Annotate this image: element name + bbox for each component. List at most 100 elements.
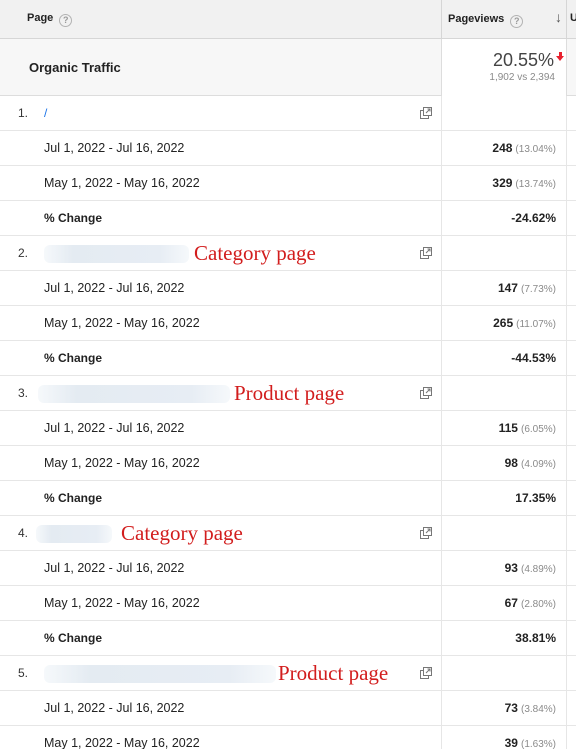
- pageviews-value: 248 (13.04%): [492, 141, 556, 155]
- annotation-label: Product page: [278, 661, 389, 685]
- pageviews-share: (4.09%): [520, 459, 556, 470]
- pageviews-share: (3.84%): [520, 704, 556, 715]
- sort-down-icon[interactable]: ↓: [555, 9, 562, 25]
- pageviews-cell: 67 (2.80%): [441, 586, 567, 621]
- page-row[interactable]: 3. Product page: [0, 376, 576, 411]
- summary-comparison: 1,902 vs 2,394: [489, 72, 555, 83]
- pageviews-share: (2.80%): [520, 599, 556, 610]
- pageviews-number: 67: [504, 596, 518, 610]
- pageviews-value: 98 (4.09%): [505, 456, 556, 470]
- date-range: Jul 1, 2022 - Jul 16, 2022: [44, 281, 185, 295]
- summary-row: Organic Traffic 20.55% 1,902 vs 2,394: [0, 39, 576, 96]
- pageviews-column-header[interactable]: Pageviews? ↓: [441, 0, 567, 39]
- row-number: 2.: [18, 246, 29, 260]
- summary-label: Organic Traffic: [29, 60, 121, 75]
- external-link-icon[interactable]: [420, 527, 432, 539]
- pageviews-share: (4.89%): [520, 564, 556, 575]
- period-row: May 1, 2022 - May 16, 2022 98 (4.09%): [0, 446, 576, 481]
- row-number: 3.: [18, 386, 29, 400]
- date-range: Jul 1, 2022 - Jul 16, 2022: [44, 141, 185, 155]
- date-range: May 1, 2022 - May 16, 2022: [44, 176, 200, 190]
- date-range: May 1, 2022 - May 16, 2022: [44, 736, 200, 749]
- annotation-label: Category page: [194, 241, 316, 265]
- pageviews-cell: -44.53%: [441, 341, 567, 376]
- date-range: May 1, 2022 - May 16, 2022: [44, 456, 200, 470]
- pageviews-share: (1.63%): [520, 739, 556, 749]
- pageviews-value: 17.35%: [515, 491, 556, 505]
- period-row: May 1, 2022 - May 16, 2022 67 (2.80%): [0, 586, 576, 621]
- change-row: % Change 17.35%: [0, 481, 576, 516]
- page-column-label: Page: [27, 12, 54, 24]
- pageviews-value: 115 (6.05%): [499, 421, 556, 435]
- pageviews-number: 39: [504, 736, 518, 749]
- pageviews-cell: 73 (3.84%): [441, 691, 567, 726]
- pageviews-cell: 329 (13.74%): [441, 166, 567, 201]
- pageviews-number: 17.35%: [515, 491, 556, 505]
- change-label: % Change: [44, 351, 103, 365]
- change-row: % Change -44.53%: [0, 341, 576, 376]
- period-row: Jul 1, 2022 - Jul 16, 2022 115 (6.05%): [0, 411, 576, 446]
- redacted-page-path: [38, 385, 230, 403]
- pageviews-value: 38.81%: [515, 631, 556, 645]
- pageviews-value: 147 (7.73%): [498, 281, 556, 295]
- pageviews-cell: 248 (13.04%): [441, 131, 567, 166]
- pageviews-number: 38.81%: [515, 631, 556, 645]
- pageviews-value: 93 (4.89%): [505, 561, 556, 575]
- change-label: % Change: [44, 631, 103, 645]
- page-path-link[interactable]: /: [44, 106, 47, 120]
- change-label: % Change: [44, 211, 103, 225]
- pageviews-cell: 115 (6.05%): [441, 411, 567, 446]
- page-column-header[interactable]: Page?: [27, 12, 73, 27]
- pageviews-cell: 265 (11.07%): [441, 306, 567, 341]
- page-row[interactable]: 4. Category page: [0, 516, 576, 551]
- pageviews-cell: -24.62%: [441, 201, 567, 236]
- pageviews-column-label: Pageviews: [448, 13, 505, 25]
- pageviews-number: 73: [504, 701, 518, 715]
- table-header: Page? Pageviews? ↓ U: [0, 0, 576, 39]
- pageviews-number: 93: [504, 561, 518, 575]
- annotation-label: Category page: [121, 521, 243, 545]
- date-range: Jul 1, 2022 - Jul 16, 2022: [44, 561, 185, 575]
- pageviews-value: 67 (2.80%): [505, 596, 556, 610]
- pageviews-value: -44.53%: [511, 351, 556, 365]
- summary-pageviews-cell: 20.55% 1,902 vs 2,394: [441, 39, 567, 96]
- pageviews-share: (7.73%): [520, 284, 556, 295]
- row-number: 4.: [18, 526, 29, 540]
- page-row[interactable]: 1. /: [0, 96, 576, 131]
- pageviews-value: 265 (11.07%): [493, 316, 556, 330]
- period-row: Jul 1, 2022 - Jul 16, 2022 147 (7.73%): [0, 271, 576, 306]
- pageviews-value: 39 (1.63%): [505, 736, 556, 749]
- trend-down-icon: [556, 52, 564, 61]
- period-row: Jul 1, 2022 - Jul 16, 2022 93 (4.89%): [0, 551, 576, 586]
- annotation-label: Product page: [234, 381, 345, 405]
- change-label: % Change: [44, 491, 103, 505]
- pageviews-cell: [441, 236, 567, 271]
- pageviews-cell: 93 (4.89%): [441, 551, 567, 586]
- external-link-icon[interactable]: [420, 107, 432, 119]
- next-column-header[interactable]: U: [570, 12, 576, 24]
- pageviews-share: (11.07%): [516, 319, 556, 330]
- pageviews-cell: [441, 656, 567, 691]
- page-row[interactable]: 5. Product page: [0, 656, 576, 691]
- external-link-icon[interactable]: [420, 667, 432, 679]
- pageviews-cell: 98 (4.09%): [441, 446, 567, 481]
- page-row[interactable]: 2. Category page: [0, 236, 576, 271]
- change-row: % Change -24.62%: [0, 201, 576, 236]
- pageviews-share: (13.04%): [515, 144, 556, 155]
- help-icon[interactable]: ?: [59, 14, 73, 27]
- period-row: Jul 1, 2022 - Jul 16, 2022 248 (13.04%): [0, 131, 576, 166]
- pageviews-number: -24.62%: [511, 211, 556, 225]
- date-range: May 1, 2022 - May 16, 2022: [44, 596, 200, 610]
- period-row: May 1, 2022 - May 16, 2022 329 (13.74%): [0, 166, 576, 201]
- pageviews-value: 329 (13.74%): [492, 176, 556, 190]
- redacted-page-path: [36, 525, 112, 543]
- pageviews-share: (6.05%): [520, 424, 556, 435]
- pageviews-number: -44.53%: [511, 351, 556, 365]
- date-range: Jul 1, 2022 - Jul 16, 2022: [44, 421, 185, 435]
- pageviews-number: 98: [504, 456, 518, 470]
- date-range: Jul 1, 2022 - Jul 16, 2022: [44, 701, 185, 715]
- date-range: May 1, 2022 - May 16, 2022: [44, 316, 200, 330]
- external-link-icon[interactable]: [420, 387, 432, 399]
- external-link-icon[interactable]: [420, 247, 432, 259]
- help-icon[interactable]: ?: [510, 15, 524, 28]
